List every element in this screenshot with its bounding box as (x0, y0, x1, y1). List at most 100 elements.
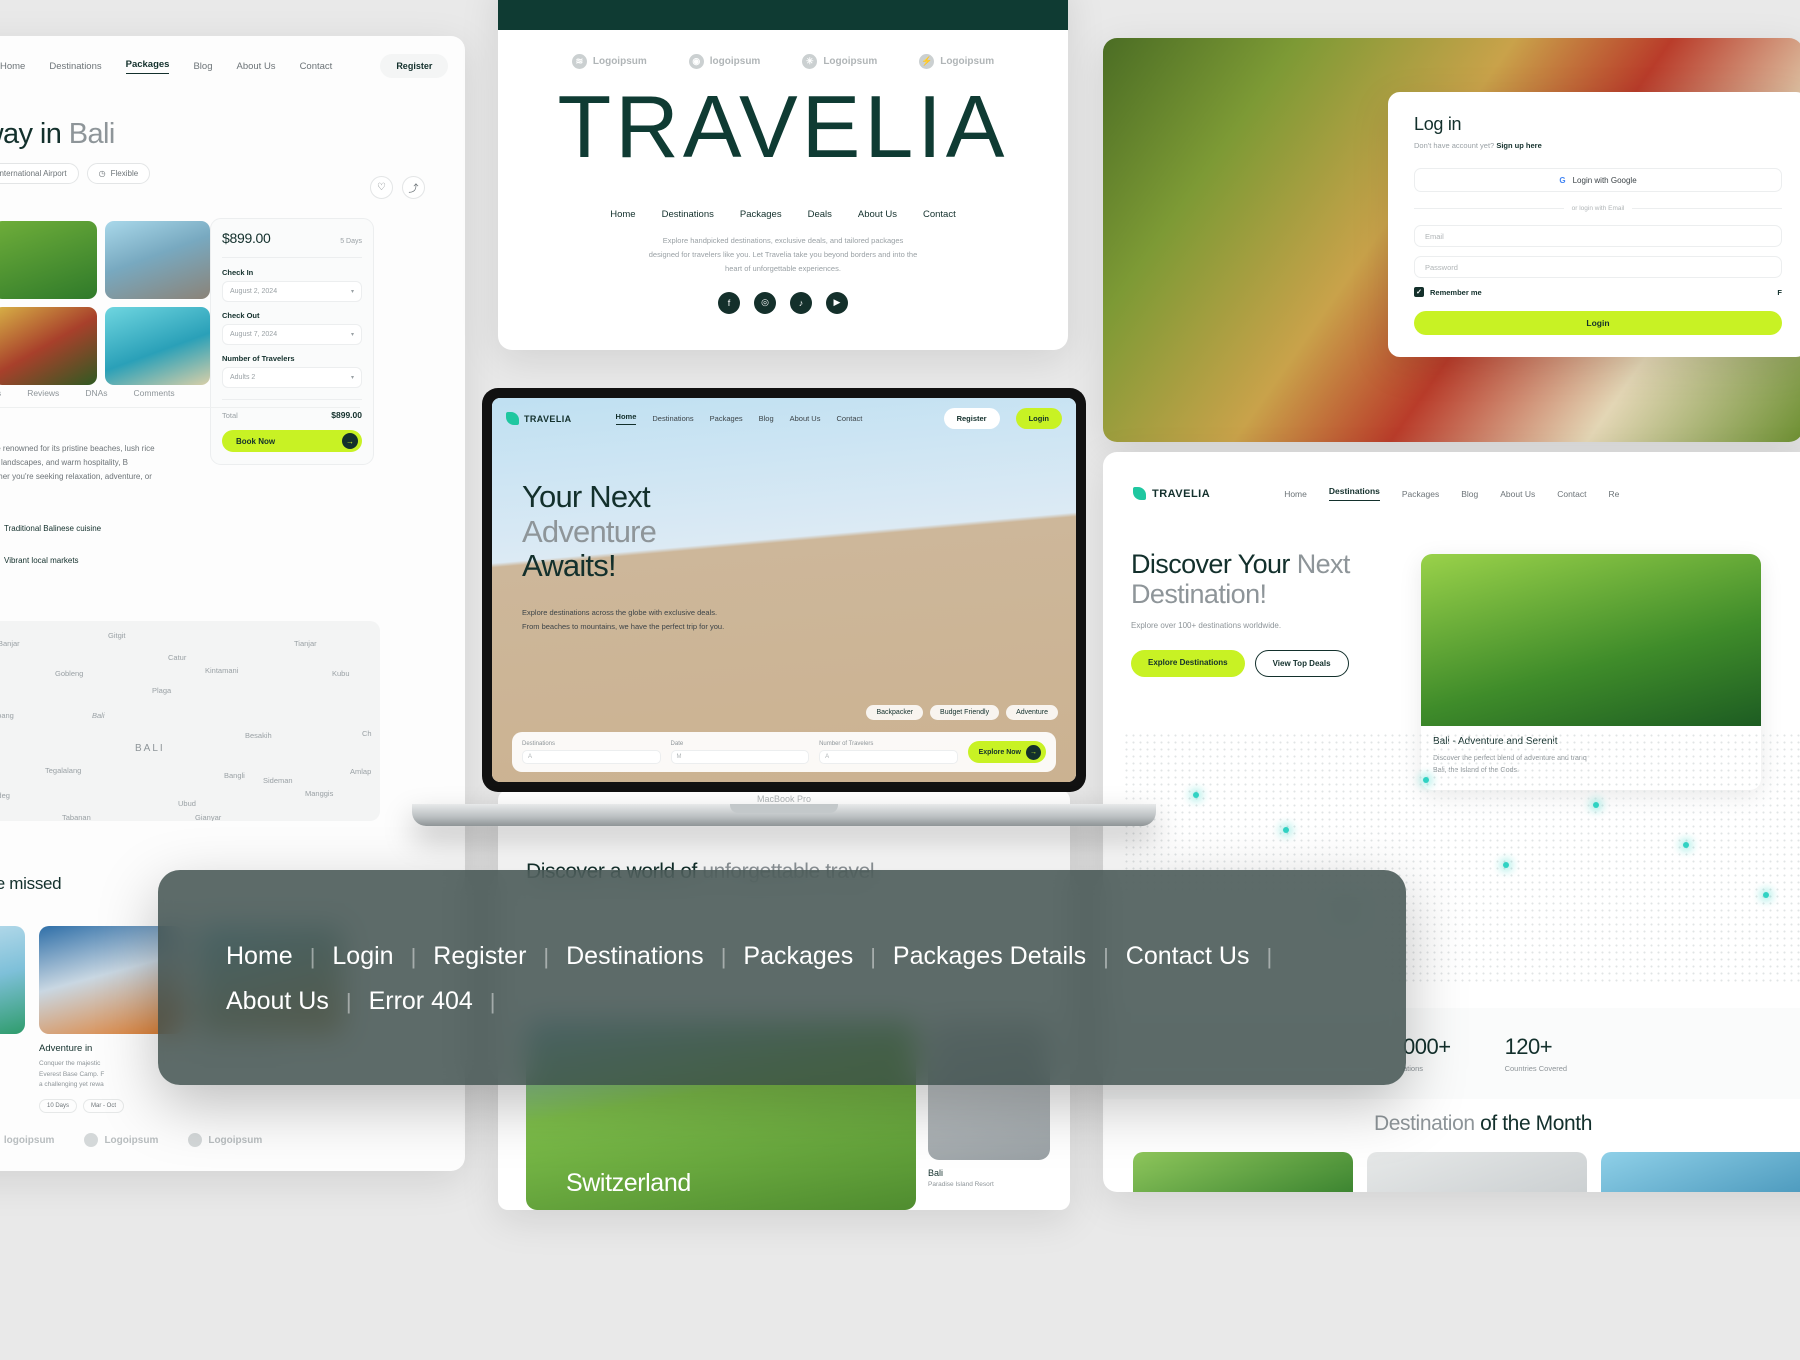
package-card[interactable]: $1,199 way in Bali and of Bali with your… (0, 926, 25, 1113)
hero-nav-about[interactable]: About Us (858, 209, 897, 220)
explore-destinations-button[interactable]: Explore Destinations (1131, 650, 1245, 678)
laptop-nav-blog[interactable]: Blog (759, 414, 774, 423)
hero-nav-contact[interactable]: Contact (923, 209, 956, 220)
macbook-screen: TRAVELIA Home Destinations Packages Blog… (492, 398, 1076, 782)
checkout-input[interactable]: August 7, 2024 ▾ (222, 324, 362, 345)
tab-reviews[interactable]: Reviews (27, 388, 59, 398)
featured-destination-image (1421, 554, 1761, 726)
view-top-deals-button[interactable]: View Top Deals (1254, 650, 1349, 678)
map-label: Sideman (263, 776, 293, 785)
gallery-image-2[interactable] (0, 221, 98, 299)
laptop-nav-destinations[interactable]: Destinations (652, 414, 693, 423)
tag-backpacker[interactable]: Backpacker (866, 705, 924, 720)
dest-nav-about[interactable]: About Us (1500, 489, 1535, 499)
overlay-link-register[interactable]: Register (433, 942, 526, 971)
search-field-destinations[interactable]: Destinations A (522, 741, 661, 764)
password-field[interactable]: Password (1414, 256, 1782, 278)
register-button[interactable]: Register (380, 54, 449, 78)
bali-side-title: Bali (928, 1168, 944, 1178)
laptop-brand-logo[interactable]: TRAVELIA (506, 412, 572, 425)
map-marker[interactable] (1283, 827, 1289, 833)
description-text: d of the Gods," is a tropical paradise r… (0, 444, 155, 481)
separator: | (489, 988, 496, 1014)
nav-home[interactable]: Home (0, 61, 25, 72)
search-input[interactable]: A (819, 749, 958, 764)
map-marker[interactable] (1423, 777, 1429, 783)
dest-nav-packages[interactable]: Packages (1402, 489, 1439, 499)
hero-nav-packages[interactable]: Packages (740, 209, 782, 220)
google-login-button[interactable]: G Login with Google (1414, 168, 1782, 192)
signup-link[interactable]: Sign up here (1496, 141, 1541, 150)
overlay-link-packages-details[interactable]: Packages Details (893, 942, 1086, 971)
laptop-nav-packages[interactable]: Packages (710, 414, 743, 423)
laptop-nav: TRAVELIA Home Destinations Packages Blog… (492, 398, 1076, 439)
overlay-link-contact-us[interactable]: Contact Us (1126, 942, 1250, 971)
nav-packages[interactable]: Packages (125, 59, 170, 74)
laptop-register-button[interactable]: Register (943, 408, 1000, 429)
map-marker[interactable] (1763, 892, 1769, 898)
search-input[interactable]: M (670, 749, 810, 764)
dotm-grey: Destination (1373, 1112, 1475, 1135)
laptop-nav-home[interactable]: Home (615, 412, 637, 425)
search-field-date[interactable]: Date M (670, 741, 810, 764)
forgot-password-link[interactable]: F (1777, 288, 1782, 297)
travelers-input[interactable]: Adults 2 ▾ (222, 367, 362, 388)
nav-destinations[interactable]: Destinations (49, 61, 101, 72)
dest-nav-blog[interactable]: Blog (1461, 489, 1478, 499)
overlay-link-login[interactable]: Login (332, 942, 393, 971)
brand-logo[interactable]: TRAVELIA (1133, 487, 1210, 500)
nav-contact[interactable]: Contact (300, 61, 333, 72)
dest-nav-contact[interactable]: Contact (1557, 489, 1586, 499)
share-icon[interactable]: ⤴ (402, 176, 425, 199)
map-marker[interactable] (1503, 862, 1509, 868)
remember-me-checkbox[interactable]: ✓ Remember me (1414, 287, 1482, 297)
email-field[interactable]: Email (1414, 225, 1782, 247)
map-marker[interactable] (1683, 842, 1689, 848)
hero-nav-deals[interactable]: Deals (808, 209, 832, 220)
facebook-icon[interactable]: f (718, 291, 740, 314)
explore-now-button[interactable]: Explore Now → (967, 741, 1046, 763)
tag-budget-friendly[interactable]: Budget Friendly (930, 705, 1000, 720)
heart-icon[interactable]: ♡ (370, 176, 393, 199)
hero-nav-home[interactable]: Home (610, 209, 635, 220)
map-marker[interactable] (1193, 792, 1199, 798)
dest-nav-register[interactable]: Re (1609, 489, 1620, 499)
gallery-image-5[interactable] (0, 307, 98, 385)
hero-nav-destinations[interactable]: Destinations (662, 209, 714, 220)
overlay-link-packages[interactable]: Packages (743, 942, 853, 971)
dotm-image-3[interactable] (1601, 1152, 1800, 1192)
footer-logo: Logoipsum (84, 1133, 158, 1147)
map-marker[interactable] (1593, 802, 1599, 808)
dest-nav-home[interactable]: Home (1284, 489, 1307, 499)
map-label: Catur (168, 653, 187, 662)
tab-dnas[interactable]: DNAs (85, 388, 107, 398)
tiktok-icon[interactable]: ♪ (790, 291, 812, 314)
overlay-link-destinations[interactable]: Destinations (566, 942, 704, 971)
youtube-icon[interactable]: ▶ (826, 291, 848, 314)
instagram-icon[interactable]: ◎ (754, 291, 776, 314)
tab-tour-details[interactable]: Tour details (0, 388, 1, 398)
location-map[interactable]: okgak Tegallengah Banjar Gitgit Catur Ki… (0, 621, 380, 821)
checkin-input[interactable]: August 2, 2024 ▾ (222, 281, 362, 302)
nav-about[interactable]: About Us (236, 61, 275, 72)
laptop-login-button[interactable]: Login (1015, 408, 1062, 429)
dotm-image-1[interactable] (1133, 1152, 1353, 1192)
login-submit-button[interactable]: Login (1414, 311, 1782, 335)
dest-nav-destinations[interactable]: Destinations (1328, 486, 1380, 501)
nav-blog[interactable]: Blog (193, 61, 212, 72)
tag-adventure[interactable]: Adventure (1006, 705, 1058, 720)
dotm-image-2[interactable] (1367, 1152, 1587, 1192)
overlay-link-home[interactable]: Home (226, 942, 293, 971)
laptop-nav-about[interactable]: About Us (790, 414, 821, 423)
gallery-image-3[interactable] (105, 221, 210, 299)
gallery-image-6[interactable] (105, 307, 210, 385)
social-links: f ◎ ♪ ▶ (498, 291, 1068, 314)
search-field-travelers[interactable]: Number of Travelers A (819, 741, 958, 764)
total-value: $899.00 (331, 410, 362, 420)
tab-comments[interactable]: Comments (134, 388, 175, 398)
search-input[interactable]: A (522, 749, 661, 764)
laptop-nav-contact[interactable]: Contact (836, 414, 862, 423)
overlay-link-error-404[interactable]: Error 404 (369, 987, 473, 1016)
overlay-link-about-us[interactable]: About Us (226, 987, 329, 1016)
brand-title: TRAVELIA (557, 77, 1009, 176)
